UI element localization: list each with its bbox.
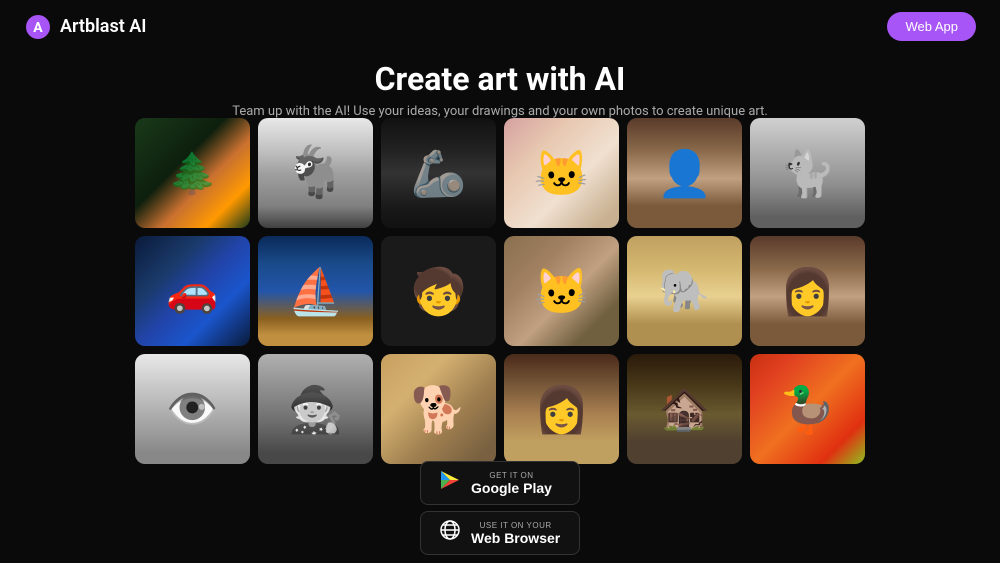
grid-cell-0 xyxy=(135,118,250,228)
grid-cell-7 xyxy=(258,236,373,346)
web-browser-use-it-label: Use it on your xyxy=(471,521,560,530)
image-grid xyxy=(135,118,865,464)
grid-item xyxy=(381,354,496,464)
google-play-name: Google Play xyxy=(471,480,552,496)
download-section: GET IT ON Google Play Use it on your Web… xyxy=(420,461,580,555)
grid-cell-1 xyxy=(258,118,373,228)
grid-item xyxy=(627,354,742,464)
grid-item xyxy=(504,118,619,228)
logo: A Artblast AI xyxy=(24,13,146,41)
google-play-button[interactable]: GET IT ON Google Play xyxy=(420,461,580,505)
grid-item xyxy=(627,236,742,346)
web-browser-text: Use it on your Web Browser xyxy=(471,521,560,546)
logo-text: Artblast AI xyxy=(60,16,146,37)
grid-item xyxy=(135,236,250,346)
web-browser-name: Web Browser xyxy=(471,530,560,546)
grid-item xyxy=(381,236,496,346)
web-browser-button[interactable]: Use it on your Web Browser xyxy=(420,511,580,555)
hero-subtitle: Team up with the AI! Use your ideas, you… xyxy=(0,104,1000,119)
grid-item xyxy=(750,236,865,346)
grid-cell-14 xyxy=(381,354,496,464)
grid-item xyxy=(135,354,250,464)
web-app-button[interactable]: Web App xyxy=(887,12,976,41)
grid-item xyxy=(750,118,865,228)
grid-item xyxy=(381,118,496,228)
grid-cell-16 xyxy=(627,354,742,464)
hero-section: Create art with AI Team up with the AI! … xyxy=(0,42,1000,119)
grid-cell-8 xyxy=(381,236,496,346)
grid-item xyxy=(258,236,373,346)
hero-title: Create art with AI xyxy=(0,60,1000,98)
google-play-text: GET IT ON Google Play xyxy=(471,471,552,496)
grid-item xyxy=(504,354,619,464)
grid-cell-5 xyxy=(750,118,865,228)
grid-cell-9 xyxy=(504,236,619,346)
google-play-icon xyxy=(439,469,461,497)
google-play-get-it-label: GET IT ON xyxy=(471,471,552,480)
grid-item xyxy=(750,354,865,464)
grid-item xyxy=(258,354,373,464)
grid-cell-10 xyxy=(627,236,742,346)
svg-text:A: A xyxy=(33,20,43,36)
grid-item xyxy=(258,118,373,228)
globe-icon xyxy=(439,519,461,547)
grid-cell-12 xyxy=(135,354,250,464)
grid-cell-3 xyxy=(504,118,619,228)
grid-cell-6 xyxy=(135,236,250,346)
grid-cell-17 xyxy=(750,354,865,464)
grid-item xyxy=(135,118,250,228)
grid-cell-4 xyxy=(627,118,742,228)
grid-cell-11 xyxy=(750,236,865,346)
logo-icon: A xyxy=(24,13,52,41)
grid-cell-2 xyxy=(381,118,496,228)
grid-item xyxy=(627,118,742,228)
grid-cell-15 xyxy=(504,354,619,464)
grid-item xyxy=(504,236,619,346)
grid-cell-13 xyxy=(258,354,373,464)
